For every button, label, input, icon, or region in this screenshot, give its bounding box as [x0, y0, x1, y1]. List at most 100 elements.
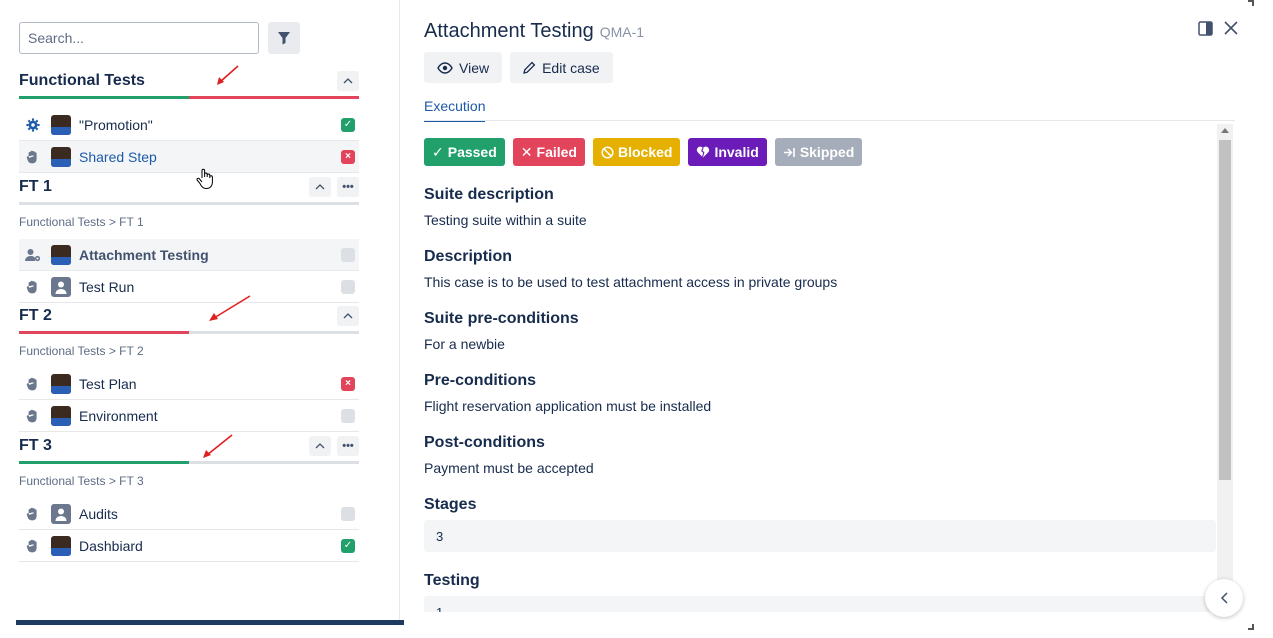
- avatar: [51, 535, 71, 556]
- execution-content: ✓ Passed ✕ Failed Blocked Invalid Skippe…: [424, 138, 1216, 612]
- list-item[interactable]: Environment: [19, 400, 359, 432]
- passed-button[interactable]: ✓ Passed: [424, 138, 505, 166]
- field-value: For a newbie: [424, 336, 505, 352]
- collapse-section-button[interactable]: [337, 306, 359, 326]
- list-item[interactable]: Audits: [19, 498, 359, 530]
- tab-divider: [424, 120, 1235, 121]
- status-passed-badge: ✓: [341, 117, 355, 132]
- user-icon: [55, 508, 67, 521]
- section-progress-bar: [19, 331, 359, 334]
- skipped-button[interactable]: Skipped: [774, 138, 863, 166]
- list-item[interactable]: Shared Step ×: [19, 141, 359, 173]
- search-row: [19, 22, 300, 54]
- hand-icon: [21, 409, 45, 423]
- collapse-section-button[interactable]: [309, 436, 331, 456]
- failed-button[interactable]: ✕ Failed: [512, 138, 585, 166]
- section-title: Functional Tests: [19, 72, 145, 89]
- status-untested-badge: [341, 247, 355, 262]
- testing-value: 1: [424, 596, 1216, 612]
- blocked-button-label: Blocked: [617, 144, 673, 160]
- blocked-button[interactable]: Blocked: [592, 138, 681, 166]
- chevron-up-icon: [315, 184, 325, 190]
- user-gear-icon: [21, 248, 45, 262]
- avatar: [51, 114, 71, 135]
- suite-preconditions-field: Suite pre-conditions For a newbie: [424, 310, 1216, 352]
- more-options-button[interactable]: •••: [337, 177, 359, 197]
- case-key: QMA-1: [599, 24, 645, 40]
- passed-button-label: Passed: [447, 144, 497, 160]
- annotation-arrow-icon: [217, 65, 239, 85]
- gear-icon: [21, 117, 45, 132]
- status-untested-badge: [341, 279, 355, 294]
- edit-case-button[interactable]: Edit case: [510, 52, 613, 83]
- check-icon: ✓: [432, 143, 444, 160]
- scroll-up-icon[interactable]: [1221, 128, 1229, 133]
- invalid-button[interactable]: Invalid: [688, 138, 767, 166]
- postconditions-field: Post-conditions Payment must be accepted: [424, 434, 1216, 476]
- invalid-button-label: Invalid: [714, 144, 759, 160]
- test-case-label: Test Plan: [79, 375, 137, 392]
- stages-value: 3: [424, 520, 1216, 552]
- list-item[interactable]: Test Plan ×: [19, 368, 359, 400]
- close-button[interactable]: [1223, 20, 1239, 41]
- bottom-bar: [16, 620, 404, 625]
- hand-icon: [21, 280, 45, 294]
- section-title: FT 1: [19, 178, 52, 195]
- list-item[interactable]: Attachment Testing: [19, 239, 359, 271]
- field-value: Flight reservation application must be i…: [424, 398, 712, 414]
- list-item[interactable]: Test Run: [19, 271, 359, 303]
- search-input[interactable]: [19, 22, 259, 54]
- test-case-label: Attachment Testing: [79, 246, 209, 263]
- breadcrumb: Functional Tests > FT 3: [19, 474, 144, 488]
- annotation-arrow-icon: [203, 434, 233, 458]
- list-item[interactable]: "Promotion" ✓: [19, 109, 359, 141]
- section-title: FT 2: [19, 307, 52, 324]
- preconditions-field: Pre-conditions Flight reservation applic…: [424, 372, 1216, 414]
- user-icon: [55, 281, 67, 294]
- status-untested-badge: [341, 506, 355, 521]
- test-case-label: Audits: [79, 505, 118, 522]
- section-ft-3: FT 3 ••• Functional Tests > FT 3 Audits: [19, 434, 359, 562]
- section-ft-2: FT 2 Functional Tests > FT 2 Test Plan ×…: [19, 304, 359, 432]
- field-heading: Suite pre-conditions: [424, 310, 579, 327]
- scroll-thumb[interactable]: [1219, 140, 1231, 480]
- more-options-button[interactable]: •••: [337, 436, 359, 456]
- collapse-section-button[interactable]: [337, 71, 359, 91]
- blocked-icon: [601, 145, 614, 159]
- status-failed-badge: ×: [341, 376, 355, 391]
- test-case-label: Shared Step: [79, 148, 157, 165]
- field-heading: Stages: [424, 496, 477, 513]
- section-functional-tests: Functional Tests "Promotion" ✓ Shared St…: [19, 69, 359, 173]
- scrollbar[interactable]: [1217, 124, 1233, 612]
- section-progress-bar: [19, 202, 359, 205]
- collapse-section-button[interactable]: [309, 177, 331, 197]
- view-button-label: View: [459, 59, 490, 76]
- field-value: This case is to be used to test attachme…: [424, 274, 838, 290]
- section-title: FT 3: [19, 437, 52, 454]
- avatar: [51, 244, 71, 265]
- page-title: Attachment Testing: [424, 20, 594, 42]
- list-item[interactable]: Dashbiard ✓: [19, 530, 359, 562]
- collapse-panel-button[interactable]: [1205, 579, 1243, 617]
- breadcrumb: Functional Tests > FT 2: [19, 344, 144, 358]
- status-failed-badge: ×: [341, 149, 355, 164]
- section-progress-bar: [19, 461, 359, 464]
- field-heading: Testing: [424, 572, 480, 589]
- split-view-button[interactable]: [1198, 20, 1213, 41]
- tab-execution[interactable]: Execution: [424, 98, 486, 122]
- resize-corner-icon: [1248, 0, 1254, 6]
- ellipsis-icon: •••: [342, 181, 354, 193]
- field-heading: Post-conditions: [424, 434, 545, 451]
- chevron-left-icon: [1220, 592, 1228, 604]
- avatar: [51, 146, 71, 167]
- filter-button[interactable]: [268, 22, 300, 54]
- test-case-label: Test Run: [79, 278, 135, 295]
- pencil-icon: [523, 61, 536, 74]
- test-case-label: Environment: [79, 407, 158, 424]
- avatar: [51, 405, 71, 426]
- skipped-button-label: Skipped: [799, 144, 855, 160]
- view-button[interactable]: View: [424, 52, 503, 83]
- case-detail-panel: Attachment Testing QMA-1 View Edit case …: [400, 0, 1273, 638]
- hand-icon: [21, 539, 45, 553]
- hand-icon: [21, 150, 45, 164]
